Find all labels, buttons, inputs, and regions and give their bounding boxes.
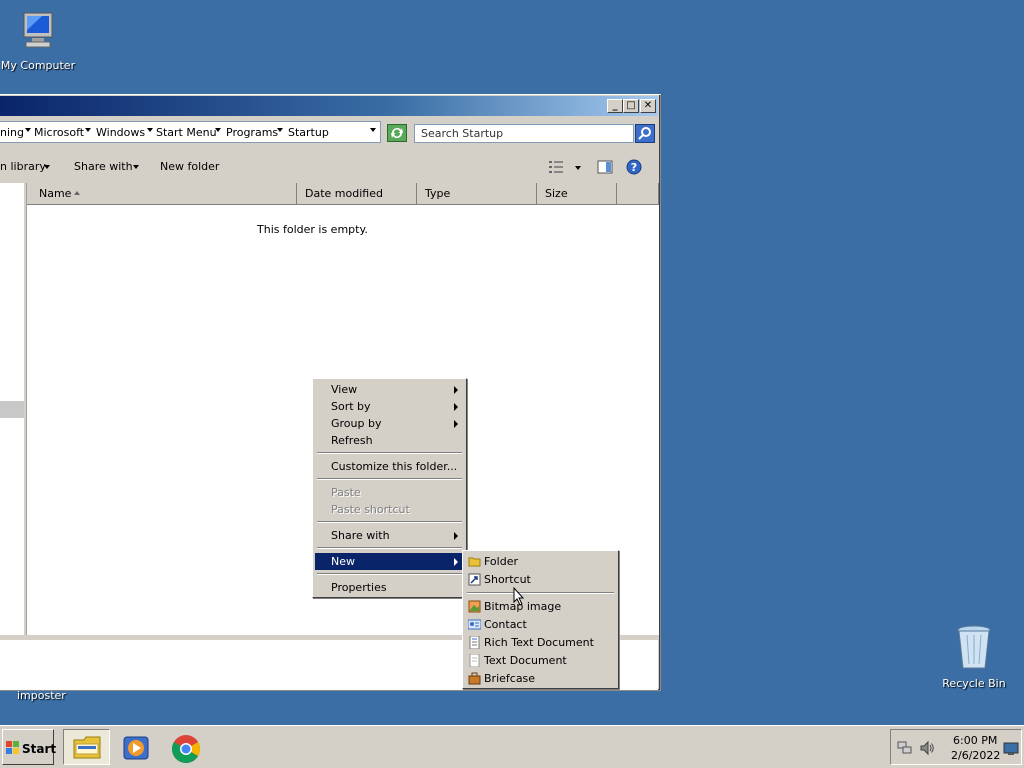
folder-icon (468, 557, 481, 567)
menu-separator (317, 573, 462, 575)
menu-item-refresh[interactable]: Refresh (315, 432, 464, 449)
network-icon[interactable] (897, 740, 913, 756)
context-menu: View Sort by Group by Refresh Customize … (312, 378, 467, 598)
share-with-button[interactable]: Share with (74, 160, 133, 173)
chevron-down-icon[interactable] (277, 128, 283, 132)
menu-item-group-by[interactable]: Group by (315, 415, 464, 432)
mouse-cursor-icon (513, 587, 525, 606)
menu-item-share-with[interactable]: Share with (315, 527, 464, 544)
text-document-icon (469, 654, 480, 667)
desktop-icon-recycle-bin[interactable]: Recycle Bin (934, 624, 1014, 690)
submenu-arrow-icon (454, 558, 458, 566)
menu-separator (317, 521, 462, 523)
new-submenu: Folder Shortcut Bitmap image Contact Ric… (462, 550, 619, 689)
bitmap-icon (468, 600, 481, 613)
breadcrumb-2[interactable]: Windows (96, 126, 145, 139)
submenu-item-rich-text-document[interactable]: Rich Text Document (465, 634, 616, 652)
submenu-item-shortcut[interactable]: Shortcut (465, 571, 616, 589)
media-player-icon[interactable] (121, 734, 151, 762)
desktop-icon-imposter-label[interactable]: imposter (17, 689, 66, 702)
chevron-down-icon[interactable] (44, 165, 50, 169)
column-header-size[interactable]: Size (537, 183, 617, 205)
my-computer-icon (23, 12, 53, 48)
submenu-arrow-icon (454, 403, 458, 411)
view-options-icon[interactable] (548, 160, 564, 174)
menu-separator (317, 547, 462, 549)
show-desktop-icon[interactable] (1003, 742, 1019, 756)
submenu-item-folder[interactable]: Folder (465, 553, 616, 571)
breadcrumb-4[interactable]: Programs (226, 126, 278, 139)
window-titlebar[interactable]: _ □ ✕ (0, 96, 658, 116)
column-header-name[interactable]: Name (27, 183, 297, 205)
briefcase-icon (468, 672, 481, 685)
recycle-bin-icon (957, 625, 991, 669)
volume-icon[interactable] (919, 740, 935, 756)
chevron-down-icon[interactable] (575, 166, 581, 170)
system-tray: 6:00 PM 2/6/2022 (890, 729, 1022, 765)
chevron-down-icon[interactable] (147, 128, 153, 132)
breadcrumb-0[interactable]: ning (0, 126, 24, 139)
navigation-pane-selected-item[interactable] (0, 401, 24, 418)
taskbar-explorer-button[interactable] (63, 729, 110, 765)
menu-item-view[interactable]: View (315, 381, 464, 398)
start-label: Start (22, 742, 57, 756)
navigation-pane[interactable] (0, 183, 24, 635)
search-input[interactable]: Search Startup (414, 124, 634, 143)
breadcrumb-5[interactable]: Startup (288, 126, 329, 139)
shortcut-icon (468, 573, 481, 586)
include-in-library-button[interactable]: n library (0, 160, 46, 173)
refresh-icon[interactable] (387, 124, 407, 142)
minimize-button[interactable]: _ (607, 99, 623, 113)
submenu-arrow-icon (454, 532, 458, 540)
clock-date[interactable]: 2/6/2022 (951, 749, 1000, 762)
submenu-arrow-icon (454, 386, 458, 394)
submenu-item-contact[interactable]: Contact (465, 616, 616, 634)
menu-item-new[interactable]: New (315, 553, 464, 570)
search-icon[interactable] (635, 124, 655, 143)
menu-separator (317, 452, 462, 454)
preview-pane-icon[interactable] (597, 160, 613, 174)
chevron-down-icon[interactable] (215, 128, 221, 132)
my-computer-label: My Computer (0, 59, 76, 72)
menu-item-properties[interactable]: Properties (315, 579, 464, 596)
maximize-button[interactable]: □ (623, 99, 639, 113)
command-bar: n library Share with New folder ? (0, 152, 658, 182)
menu-item-paste: Paste (331, 486, 361, 499)
clock-time[interactable]: 6:00 PM (953, 734, 997, 747)
breadcrumb-1[interactable]: Microsoft (34, 126, 84, 139)
column-header-date-modified[interactable]: Date modified (297, 183, 417, 205)
new-folder-button[interactable]: New folder (160, 160, 219, 173)
submenu-item-text-document[interactable]: Text Document (465, 652, 616, 670)
submenu-item-bitmap-image[interactable]: Bitmap image (465, 598, 616, 616)
chevron-down-icon[interactable] (85, 128, 91, 132)
chrome-icon[interactable] (170, 733, 202, 765)
contact-icon (468, 619, 481, 630)
column-header-type[interactable]: Type (417, 183, 537, 205)
windows-logo-icon (6, 741, 19, 754)
menu-item-customize-folder[interactable]: Customize this folder... (315, 458, 464, 475)
desktop-icon-my-computer[interactable]: My Computer (0, 10, 78, 72)
breadcrumb-3[interactable]: Start Menu (156, 126, 217, 139)
menu-item-sort-by[interactable]: Sort by (315, 398, 464, 415)
close-button[interactable]: ✕ (640, 99, 656, 113)
chevron-down-icon[interactable] (133, 165, 139, 169)
start-button[interactable]: Start (2, 729, 57, 765)
chevron-down-icon[interactable] (25, 128, 31, 132)
menu-item-paste-shortcut: Paste shortcut (331, 503, 410, 516)
recycle-bin-label: Recycle Bin (942, 677, 1006, 690)
column-header-filler (617, 183, 659, 205)
taskbar: Start 6:00 PM 2/6/2022 (0, 725, 1024, 768)
submenu-arrow-icon (454, 420, 458, 428)
svg-text:?: ? (631, 161, 637, 174)
menu-separator (317, 478, 462, 480)
windows-explorer-icon (73, 736, 101, 759)
address-dropdown-icon[interactable] (370, 128, 376, 132)
submenu-item-briefcase[interactable]: Briefcase (465, 670, 616, 688)
address-bar[interactable]: ning Microsoft Windows Start Menu Progra… (0, 121, 381, 143)
help-icon[interactable]: ? (626, 159, 642, 175)
empty-folder-message: This folder is empty. (257, 223, 368, 236)
sort-ascending-icon (74, 191, 80, 195)
rich-text-icon (469, 636, 480, 649)
menu-separator (467, 592, 614, 594)
